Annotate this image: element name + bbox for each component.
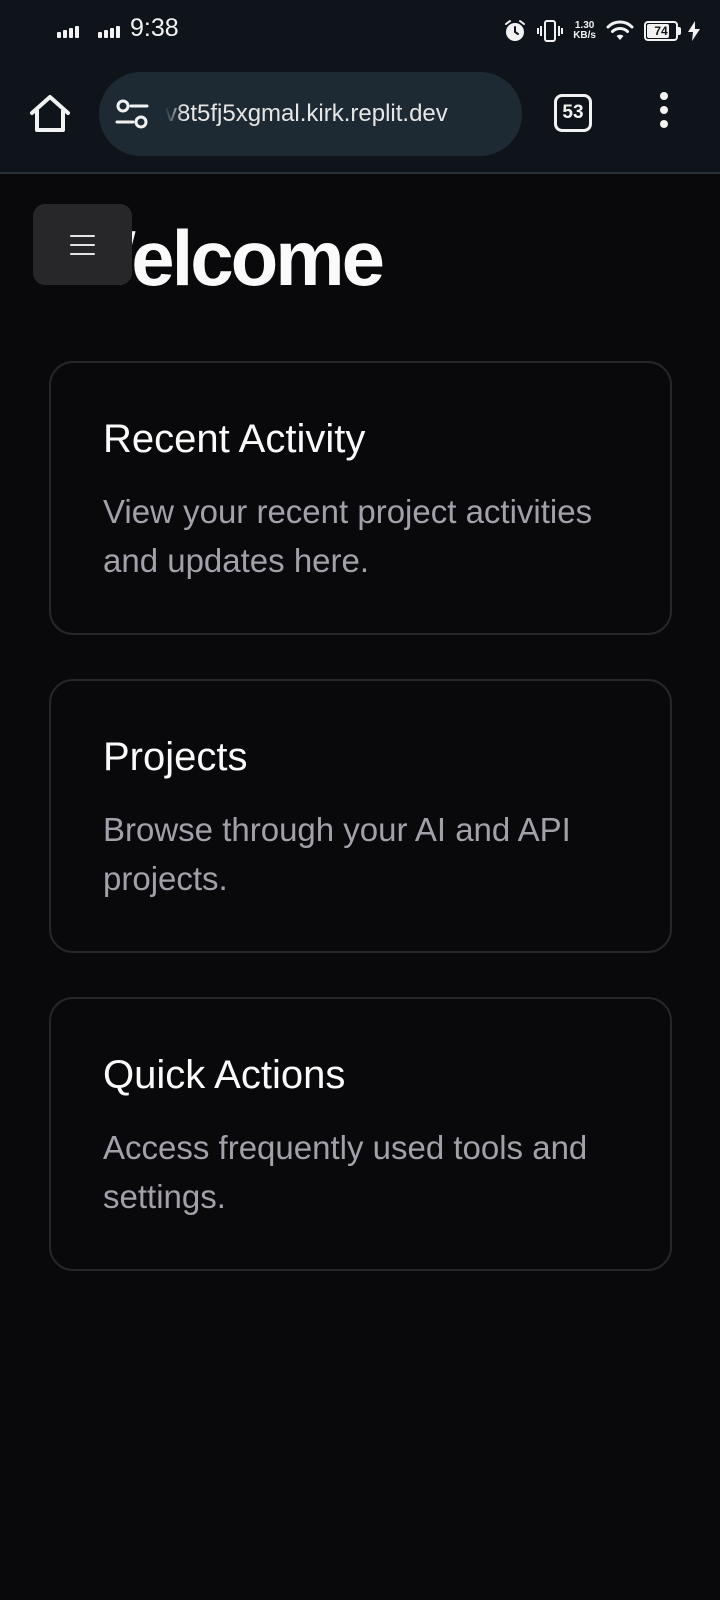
card-title: Projects — [103, 735, 248, 779]
home-icon[interactable] — [26, 90, 74, 138]
status-time: 9:38 — [130, 14, 179, 42]
card-recent-activity[interactable]: Recent Activity View your recent project… — [49, 361, 672, 635]
tab-switcher-button[interactable]: 53 — [554, 94, 592, 132]
status-bar: 9:38 1.30 KB/s 74 — [0, 0, 720, 62]
status-indicators: 1.30 KB/s 74 — [503, 14, 700, 48]
sidebar-toggle-button[interactable] — [33, 204, 132, 285]
signal-strength-icon-sim2 — [98, 26, 120, 38]
card-description: Access frequently used tools and setting… — [103, 1129, 588, 1215]
tab-count: 53 — [562, 102, 584, 123]
card-projects[interactable]: Projects Browse through your AI and API … — [49, 679, 672, 953]
address-bar[interactable]: v8t5fj5xgmal.kirk.replit.dev — [99, 72, 522, 156]
signal-strength-icon-sim1 — [57, 26, 79, 38]
card-quick-actions[interactable]: Quick Actions Access frequently used too… — [49, 997, 672, 1271]
alarm-icon — [505, 20, 526, 41]
more-vert-icon[interactable] — [656, 92, 672, 132]
card-description: Browse through your AI and API projects. — [103, 811, 571, 897]
network-speed: 1.30 KB/s — [573, 20, 596, 41]
battery-level: 74 — [654, 24, 668, 38]
card-description: View your recent project activities and … — [103, 493, 593, 579]
card-title: Recent Activity — [103, 417, 366, 461]
tune-icon[interactable] — [115, 98, 149, 130]
hamburger-icon — [70, 235, 95, 262]
vibrate-icon — [537, 20, 564, 42]
url-text[interactable]: v8t5fj5xgmal.kirk.replit.dev — [165, 72, 508, 156]
wifi-icon — [606, 20, 634, 40]
battery-icon: 74 — [644, 21, 681, 41]
charging-icon — [688, 21, 700, 41]
card-title: Quick Actions — [103, 1053, 346, 1097]
browser-toolbar: v8t5fj5xgmal.kirk.replit.dev 53 — [0, 62, 720, 174]
